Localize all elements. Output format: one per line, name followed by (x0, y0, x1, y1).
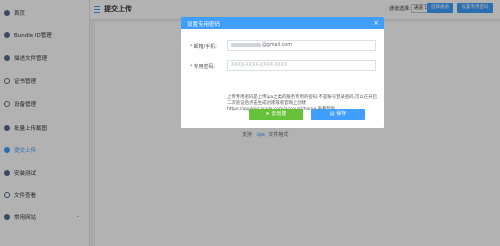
email-field[interactable]: @gmail.com (227, 40, 376, 51)
close-icon[interactable]: × (373, 18, 379, 28)
save-button[interactable]: ▤ 保存 (311, 109, 365, 120)
dialog-header: 设置专用密码 × (181, 17, 384, 29)
redacted-email (231, 42, 261, 47)
email-label: *邮箱/手机: (190, 44, 217, 50)
create-password-button[interactable]: ➤ 去创建 (249, 109, 303, 120)
app-password-field[interactable]: XXXX-XXXX-XXXX-XXXX (227, 60, 376, 71)
dialog-title: 设置专用密码 (187, 22, 221, 28)
set-password-dialog: 设置专用密码 × *邮箱/手机: @gmail.com *专用密码: XXXX-… (181, 17, 384, 128)
password-label: *专用密码: (190, 64, 216, 70)
